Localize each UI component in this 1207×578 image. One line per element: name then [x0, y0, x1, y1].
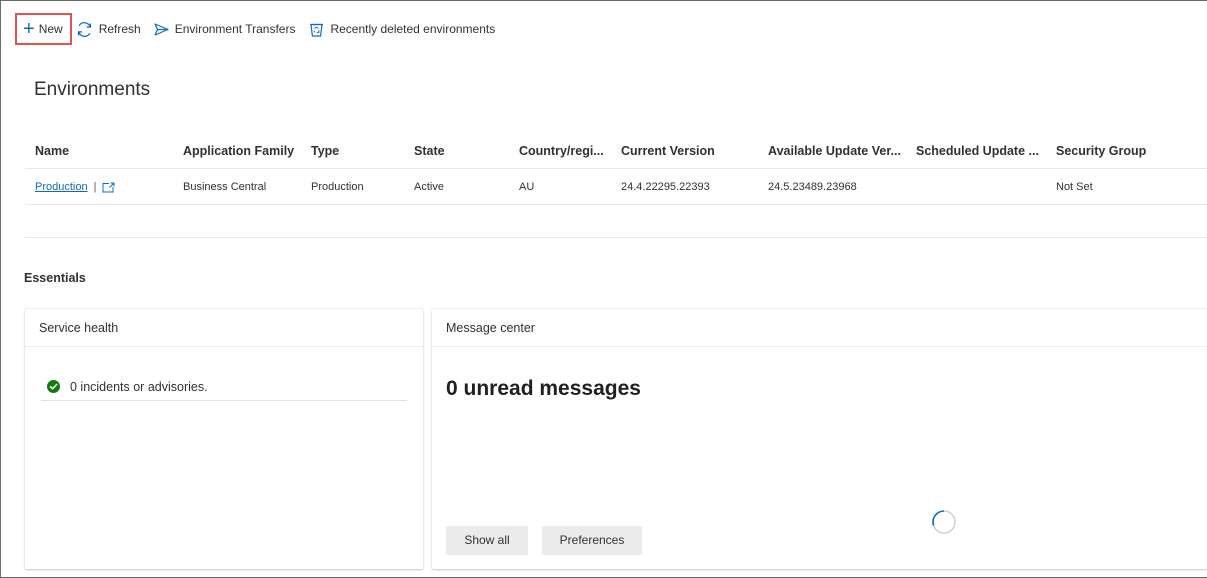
service-health-title: Service health — [25, 309, 423, 347]
message-center-card: Message center 0 unread messages Show al… — [432, 309, 1207, 569]
column-header-current-version[interactable]: Current Version — [621, 133, 715, 169]
unread-messages-count: 0 unread messages — [446, 377, 641, 400]
refresh-label: Refresh — [98, 22, 141, 36]
section-divider — [25, 237, 1207, 238]
check-circle-icon — [47, 380, 60, 393]
column-header-security-group[interactable]: Security Group — [1056, 133, 1146, 169]
loading-spinner-icon — [931, 509, 957, 540]
page-title: Environments — [34, 79, 151, 100]
cell-name: Production | — [35, 169, 115, 205]
preferences-button[interactable]: Preferences — [542, 526, 642, 555]
essentials-heading: Essentials — [24, 271, 86, 285]
cell-type: Production — [311, 181, 364, 193]
cell-current-version: 24.4.22295.22393 — [621, 181, 710, 193]
environment-name-link[interactable]: Production — [35, 169, 88, 205]
message-center-title: Message center — [432, 309, 1207, 347]
table-row[interactable]: Production | Business Central Production… — [25, 169, 1207, 205]
cell-application-family: Business Central — [183, 181, 267, 193]
refresh-button[interactable]: Refresh — [76, 13, 141, 45]
recently-deleted-button[interactable]: Recently deleted environments — [309, 13, 495, 45]
column-header-application-family[interactable]: Application Family — [183, 133, 294, 169]
table-header: Name Application Family Type State Count… — [25, 133, 1207, 169]
environment-transfers-button[interactable]: Environment Transfers — [154, 13, 296, 45]
service-health-card: Service health 0 incidents or advisories… — [25, 309, 423, 569]
new-button[interactable]: + New — [15, 13, 72, 45]
show-all-button[interactable]: Show all — [446, 526, 528, 555]
new-label: New — [38, 22, 63, 36]
refresh-icon — [76, 21, 93, 38]
environment-transfers-label: Environment Transfers — [174, 22, 296, 36]
plus-icon: + — [23, 18, 35, 40]
column-header-type[interactable]: Type — [311, 133, 339, 169]
recycle-bin-icon — [309, 22, 324, 37]
column-header-state[interactable]: State — [414, 133, 445, 169]
cell-security-group: Not Set — [1056, 181, 1093, 193]
name-separator: | — [93, 181, 97, 193]
column-header-country-region[interactable]: Country/regi... — [519, 133, 604, 169]
recently-deleted-label: Recently deleted environments — [330, 22, 496, 36]
admin-center-page: + New Refresh Environment Transfers Rece… — [0, 0, 1207, 578]
service-health-status: 0 incidents or advisories. — [41, 373, 407, 401]
send-icon — [154, 22, 169, 36]
command-bar: + New Refresh Environment Transfers Rece… — [15, 13, 495, 45]
cell-available-update-version: 24.5.23489.23968 — [768, 181, 857, 193]
column-header-available-update-version[interactable]: Available Update Ver... — [768, 133, 901, 169]
incidents-text: 0 incidents or advisories. — [70, 379, 208, 394]
cell-state: Active — [414, 181, 444, 193]
open-in-new-window-icon[interactable] — [102, 182, 115, 193]
cell-country-region: AU — [519, 181, 535, 193]
environments-table: Name Application Family Type State Count… — [25, 133, 1207, 205]
column-header-scheduled-update[interactable]: Scheduled Update ... — [916, 133, 1039, 169]
column-header-name[interactable]: Name — [35, 133, 69, 169]
